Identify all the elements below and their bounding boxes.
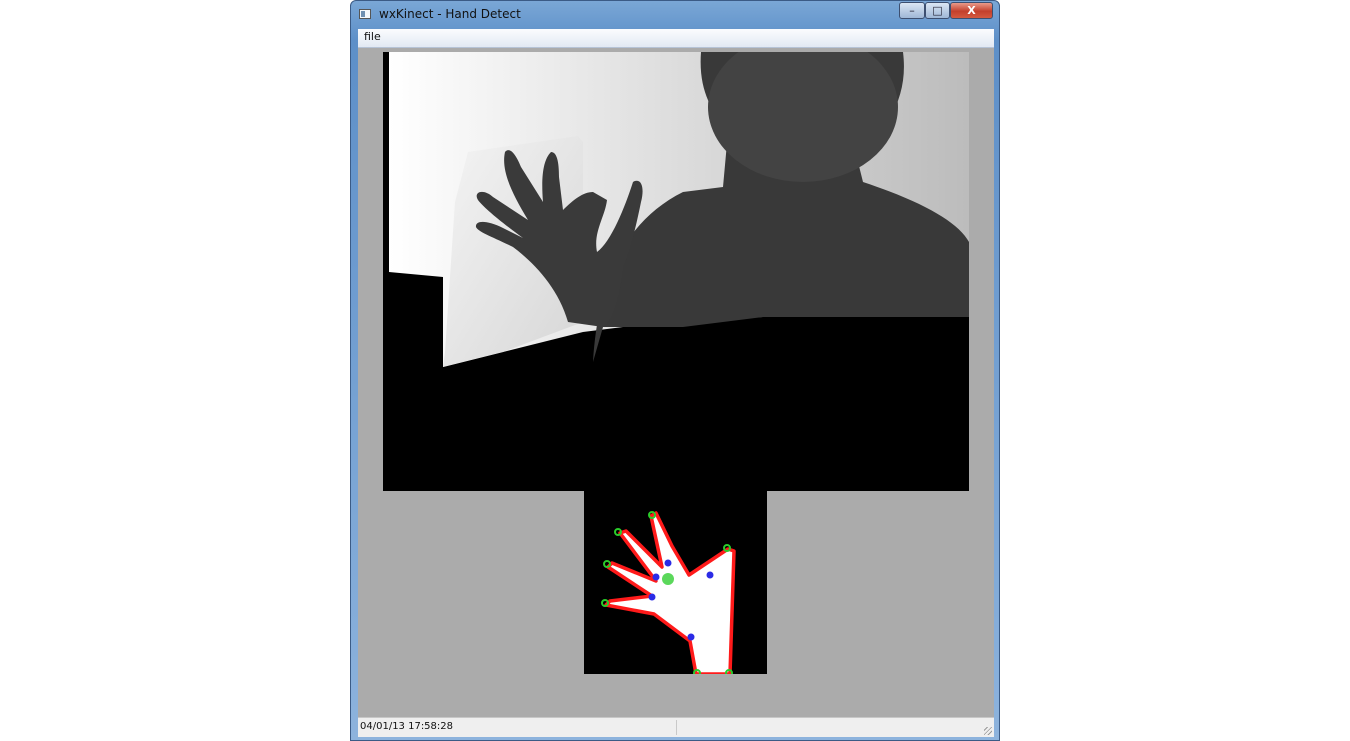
minimize-button[interactable]: – xyxy=(899,2,925,19)
status-datetime: 04/01/13 17:58:28 xyxy=(360,721,454,732)
depth-view xyxy=(383,52,969,491)
depth-image xyxy=(383,52,969,367)
resize-grip[interactable] xyxy=(984,727,992,735)
title-bar[interactable]: wxKinect - Hand Detect – □ X xyxy=(351,1,999,28)
maximize-button[interactable]: □ xyxy=(925,2,950,19)
app-window: wxKinect - Hand Detect – □ X file 04/01/… xyxy=(350,0,1000,741)
status-separator xyxy=(676,720,677,735)
close-button[interactable]: X xyxy=(950,2,993,19)
menu-file[interactable]: file xyxy=(364,30,381,43)
window-title: wxKinect - Hand Detect xyxy=(379,7,521,21)
hand-detection-view xyxy=(584,491,767,674)
client-area xyxy=(358,48,994,717)
status-bar: 04/01/13 17:58:28 xyxy=(358,717,994,737)
hand-detection xyxy=(601,511,736,674)
app-icon[interactable] xyxy=(359,9,371,19)
menu-bar: file xyxy=(358,29,994,48)
